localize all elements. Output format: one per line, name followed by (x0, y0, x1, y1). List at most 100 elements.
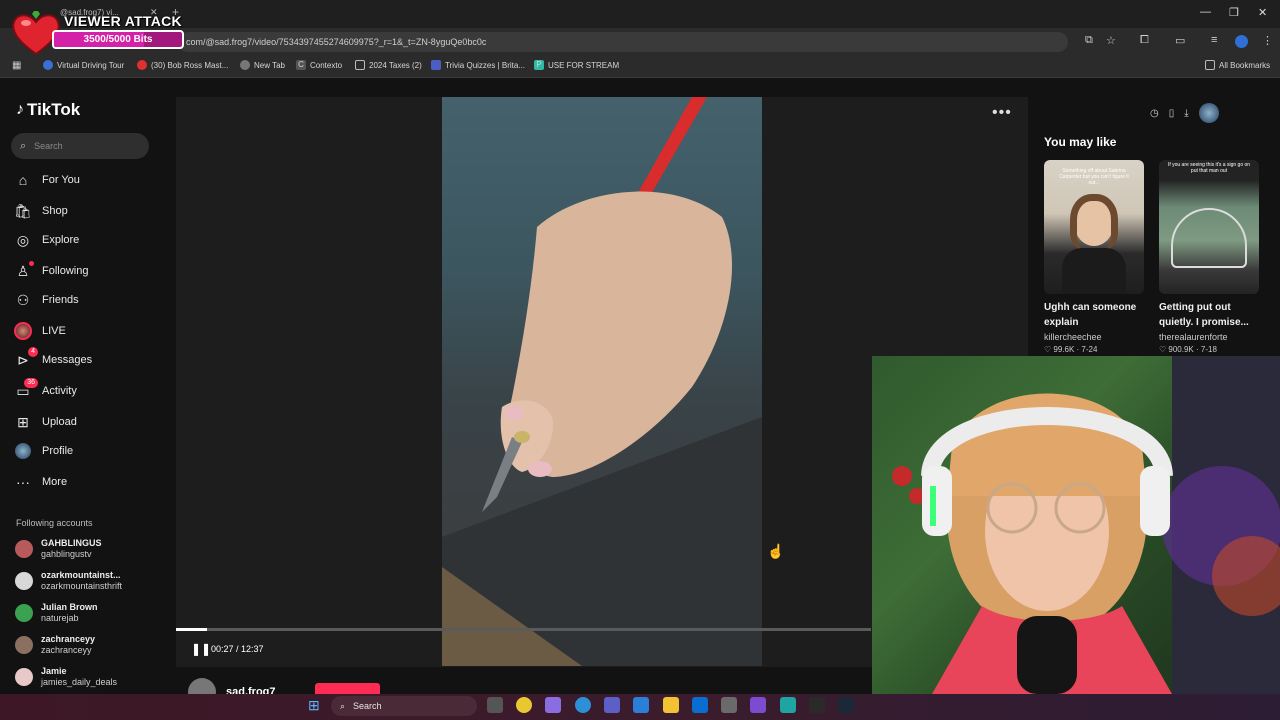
following-icon: ♙ (14, 261, 34, 280)
bookmark-item[interactable]: Virtual Driving Tour (43, 60, 124, 70)
browser-tab-strip (0, 0, 1280, 28)
home-icon: ⌂ (18, 172, 28, 188)
nav-messages[interactable]: ⊳ 4 Messages (14, 347, 92, 371)
video-time: 00:27 / 12:37 (211, 644, 264, 654)
recommended-video-thumb[interactable]: Something off about Sabrina Carpenter bu… (1044, 160, 1144, 294)
teams-icon[interactable] (604, 697, 620, 713)
file-explorer-icon[interactable] (663, 697, 679, 713)
thumb-body (1062, 248, 1126, 294)
copilot-icon[interactable] (545, 697, 561, 713)
nav-for-you[interactable]: ⌂ For You (14, 169, 80, 191)
app-icon[interactable] (780, 697, 796, 713)
player-action-icons: ◷ ▯ ⤓ (1150, 103, 1219, 123)
url-input[interactable]: com/@sad.frog7/video/7534397455274609975… (178, 32, 1068, 52)
avatar (15, 604, 33, 622)
following-account-item[interactable]: zachranceyy zachranceyy (15, 634, 95, 656)
friends-icon: ⚇ (16, 291, 30, 308)
nav-shop[interactable]: 🛍 Shop (14, 200, 68, 222)
profile-avatar[interactable] (1235, 35, 1248, 48)
recommended-video-user[interactable]: killercheechee (1044, 332, 1102, 342)
following-accounts-title: Following accounts (16, 518, 93, 528)
video-progress-fill (176, 628, 207, 631)
extensions-icon[interactable]: ⧠ (1140, 34, 1149, 47)
steam-icon[interactable] (838, 697, 854, 713)
clock-icon[interactable]: ◷ (1150, 108, 1159, 119)
task-view-icon[interactable] (487, 697, 503, 713)
nav-friends[interactable]: ⚇ Friends (14, 289, 79, 311)
sidepanel-icon[interactable]: ▭ (1175, 34, 1185, 47)
thumb-doorframe (1171, 208, 1247, 268)
calculator-icon[interactable] (721, 697, 737, 713)
chrome-icon[interactable] (516, 697, 532, 713)
webcam-image (892, 356, 1280, 694)
search-icon: ⌕ (20, 139, 27, 152)
all-bookmarks-folder[interactable]: All Bookmarks (1205, 60, 1270, 70)
bookmark-item[interactable]: (30) Bob Ross Mast... (137, 60, 228, 70)
app-icon[interactable] (809, 697, 825, 713)
thumb-caption: If you are seeing this it's a sign go on… (1167, 162, 1251, 174)
messages-icon: ⊳ 4 (14, 347, 38, 369)
bookmark-star-icon[interactable]: ☆ (1106, 34, 1116, 47)
thumb-hair (1070, 194, 1118, 250)
store-icon[interactable] (633, 697, 649, 713)
restore-button[interactable]: ❐ (1229, 6, 1239, 19)
bookmark-item[interactable]: C Contexto (296, 60, 342, 70)
edge-icon[interactable] (575, 697, 591, 713)
recommended-video-thumb[interactable]: If you are seeing this it's a sign go on… (1159, 160, 1259, 294)
profile-icon (14, 442, 32, 460)
app-icon[interactable] (750, 697, 766, 713)
following-account-item[interactable]: Julian Brown naturejab (15, 602, 98, 624)
avatar (15, 636, 33, 654)
video-progress-track[interactable] (176, 628, 871, 631)
live-icon (14, 322, 32, 340)
recommended-video-caption[interactable]: Ughh can someone explain (1044, 300, 1144, 330)
tiktok-logo[interactable]: ♪ TikTok (16, 100, 80, 120)
hand-cursor-icon: ☝ (767, 543, 785, 559)
bookmark-item[interactable]: P USE FOR STREAM (534, 60, 619, 70)
user-avatar[interactable] (1198, 103, 1219, 123)
following-account-item[interactable]: GAHBLINGUS gahblingustv (15, 538, 102, 560)
nav-more[interactable]: ··· More (14, 471, 67, 493)
video-content-image (442, 97, 762, 666)
avatar (15, 572, 33, 590)
search-input[interactable]: ⌕ Search (11, 133, 149, 159)
viewer-attack-title: VIEWER ATTACK (64, 13, 182, 29)
bits-progress-text: 3500/5000 Bits (83, 34, 153, 45)
messages-badge: 4 (28, 347, 38, 357)
thumb-caption: Something off about Sabrina Carpenter bu… (1059, 168, 1129, 186)
nav-profile[interactable]: Profile (14, 440, 73, 462)
following-account-item[interactable]: Jamie jamies_daily_deals (15, 666, 117, 688)
install-icon[interactable]: ⧉ (1085, 34, 1093, 47)
bookmark-item[interactable]: New Tab (240, 60, 285, 70)
nav-following[interactable]: ♙ Following (14, 260, 88, 282)
more-icon: ··· (16, 474, 30, 490)
minimize-button[interactable]: — (1200, 6, 1211, 18)
recommended-video-meta: ♡ 99.6K · 7-24 (1044, 345, 1098, 354)
nav-upload[interactable]: ⊞ Upload (14, 411, 77, 433)
more-options-button[interactable]: ••• (992, 104, 1012, 122)
recommended-video-caption[interactable]: Getting put out quietly. I promise... (1159, 300, 1259, 330)
menu-icon[interactable]: ⋮ (1262, 34, 1273, 47)
following-account-item[interactable]: ozarkmountainst... ozarkmountainsthrift (15, 570, 122, 592)
recommended-video-meta: ♡ 900.9K · 7-18 (1159, 345, 1217, 354)
video-frame[interactable] (442, 97, 762, 666)
nav-live[interactable]: LIVE (14, 320, 66, 342)
download-icon[interactable]: ⤓ (1184, 108, 1188, 119)
nav-activity[interactable]: ▭ 36 Activity (14, 378, 77, 402)
bookmark-folder[interactable]: 2024 Taxes (2) (355, 60, 422, 70)
tiktok-note-icon: ♪ (16, 101, 24, 118)
recommended-video-user[interactable]: therealaurenforte (1159, 332, 1228, 342)
compass-icon: ◎ (16, 231, 30, 248)
outlook-icon[interactable] (692, 697, 708, 713)
media-icon[interactable]: ≡ (1211, 34, 1217, 46)
bits-progress-bar: 3500/5000 Bits (52, 30, 184, 49)
you-may-like-title: You may like (1044, 135, 1117, 149)
taskbar-search[interactable]: ⌕ Search (331, 696, 477, 716)
close-window-button[interactable]: ✕ (1258, 6, 1267, 19)
phone-icon[interactable]: ▯ (1169, 108, 1175, 119)
windows-start-icon[interactable]: ⊞ (308, 697, 320, 714)
pause-button[interactable]: ❚❚ (191, 642, 211, 656)
nav-explore[interactable]: ◎ Explore (14, 229, 79, 251)
bookmark-item[interactable]: Trivia Quizzes | Brita... (431, 60, 525, 70)
apps-grid-icon[interactable]: ▦ (12, 60, 21, 71)
